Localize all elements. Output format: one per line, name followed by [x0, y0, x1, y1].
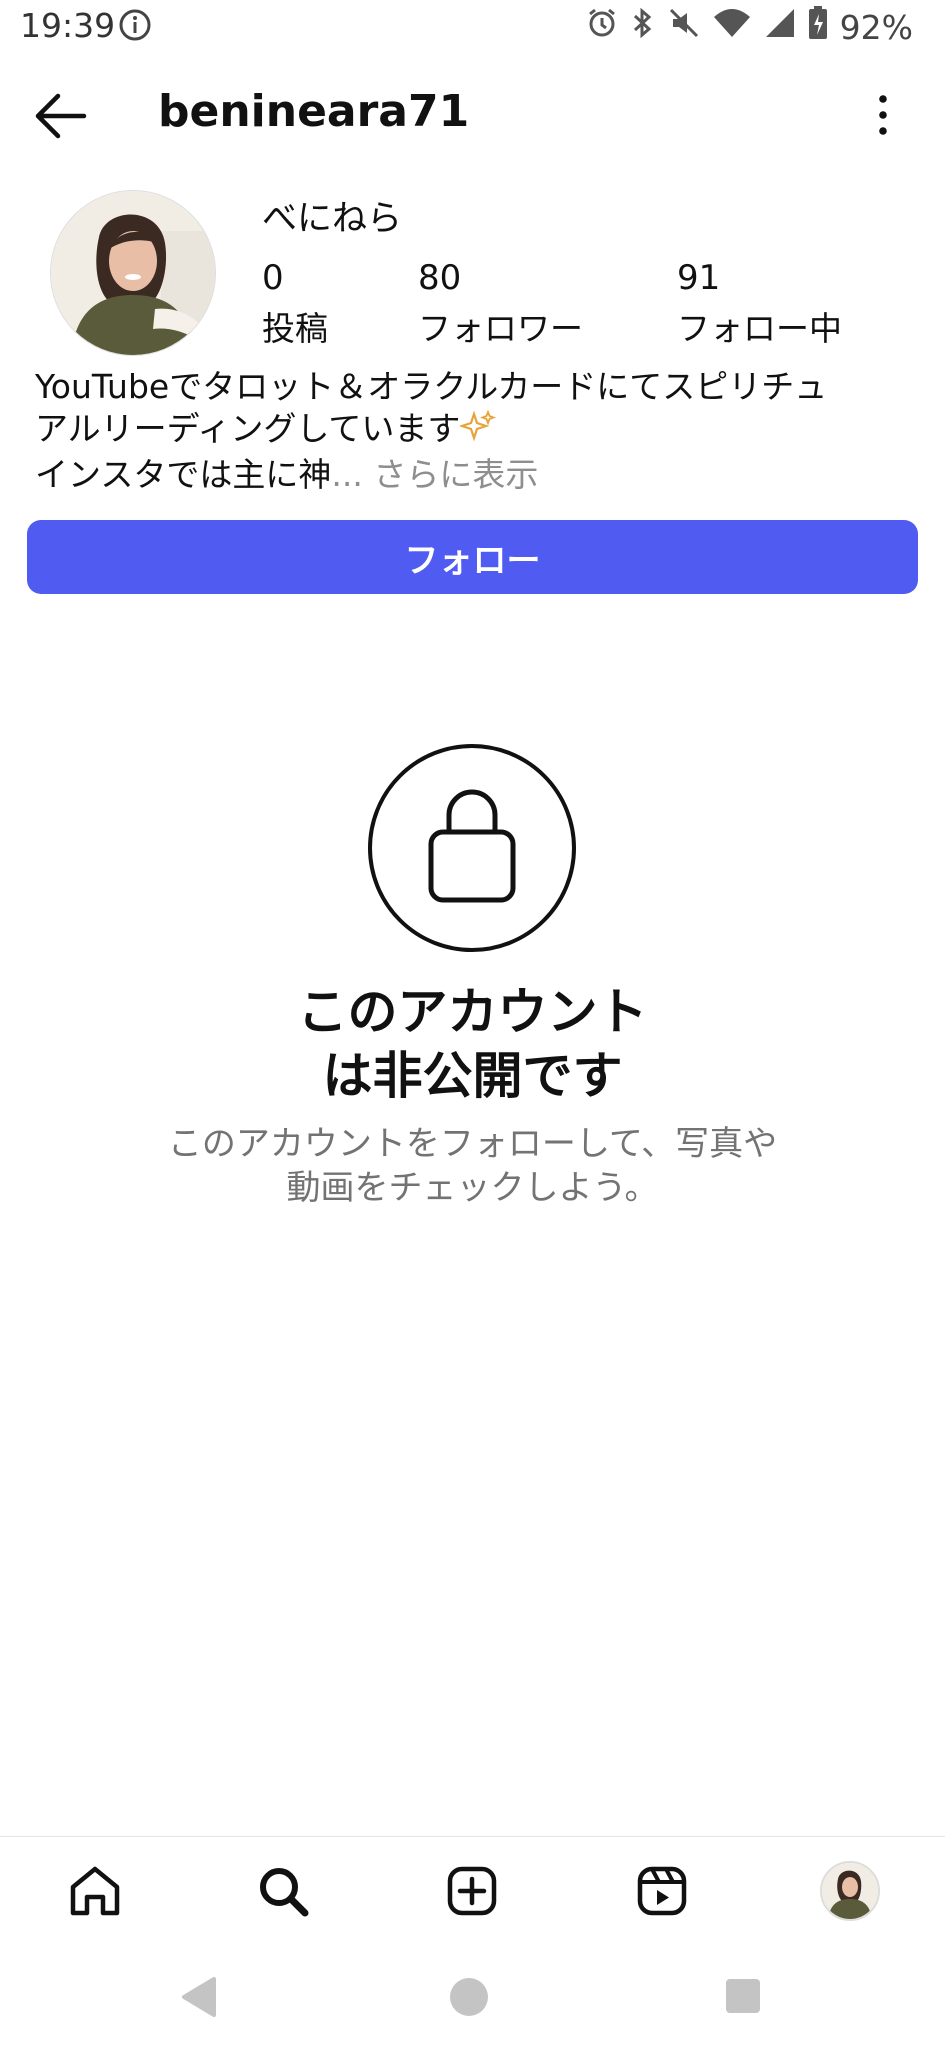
battery-percent: 92%: [839, 7, 913, 47]
private-desc-line-1: このアカウントをフォローして、写真や: [167, 1124, 778, 1164]
private-title-line-1: このアカウント: [297, 983, 648, 1041]
private-desc-line-2: 動画をチェックしよう。: [286, 1168, 659, 1208]
followers-stat[interactable]: 80 フォロワー: [418, 258, 583, 350]
bluetooth-icon: [630, 7, 656, 47]
avatar-thumb: [822, 1863, 878, 1919]
sparkles-icon: [458, 409, 497, 454]
bio-line-2-text: アルリーディングしています: [35, 409, 461, 448]
posts-label: 投稿: [262, 309, 328, 348]
create-icon[interactable]: [442, 1861, 502, 1921]
back-button[interactable]: [30, 88, 90, 144]
wifi-icon: [712, 7, 752, 47]
bio-line-2: アルリーディングしています: [35, 408, 915, 454]
follow-button[interactable]: フォロー: [27, 520, 918, 594]
bio-ellipsis: ...: [331, 455, 363, 494]
system-back-icon[interactable]: [178, 1975, 216, 2023]
reels-icon[interactable]: [632, 1861, 692, 1921]
header-username: benineara71: [158, 86, 470, 137]
signal-icon: [764, 7, 796, 47]
bottom-nav: [0, 1837, 945, 1947]
mute-icon: [668, 7, 700, 47]
alarm-icon: [586, 7, 618, 47]
profile-bio: YouTubeでタロット＆オラクルカードにてスピリチュ アルリーディングしていま…: [35, 366, 915, 496]
info-icon: [118, 8, 152, 46]
private-account-title: このアカウント は非公開です: [0, 980, 945, 1108]
avatar-photo: [51, 191, 215, 355]
bio-line-3-text: インスタでは主に神: [35, 455, 332, 494]
display-name: べにねら: [262, 199, 403, 239]
arrow-left-icon: [35, 93, 87, 139]
following-label: フォロー中: [677, 309, 842, 348]
bio-line-3: インスタでは主に神... さらに表示: [35, 454, 915, 496]
following-count: 91: [677, 258, 721, 298]
followers-count: 80: [418, 258, 462, 298]
system-home-icon[interactable]: [450, 1978, 488, 2016]
private-title-line-2: は非公開です: [322, 1047, 623, 1105]
following-stat[interactable]: 91 フォロー中: [677, 258, 842, 350]
system-recents-icon[interactable]: [726, 1979, 760, 2013]
battery-icon: [808, 6, 828, 48]
search-icon[interactable]: [253, 1861, 313, 1921]
posts-count: 0: [262, 258, 284, 298]
profile-avatar[interactable]: [50, 190, 216, 356]
see-more-link[interactable]: さらに表示: [373, 455, 538, 494]
private-account-description: このアカウントをフォローして、写真や 動画をチェックしよう。: [0, 1122, 945, 1210]
status-time: 19:39: [20, 6, 116, 45]
status-icons: 92%: [586, 6, 913, 48]
home-icon[interactable]: [65, 1861, 125, 1921]
more-options-button[interactable]: [873, 90, 893, 140]
profile-avatar[interactable]: [820, 1861, 880, 1921]
posts-stat[interactable]: 0 投稿: [262, 258, 328, 350]
more-vertical-icon: [879, 95, 887, 135]
followers-label: フォロワー: [418, 309, 583, 348]
bio-line-1: YouTubeでタロット＆オラクルカードにてスピリチュ: [35, 367, 828, 406]
lock-icon: [367, 743, 577, 953]
